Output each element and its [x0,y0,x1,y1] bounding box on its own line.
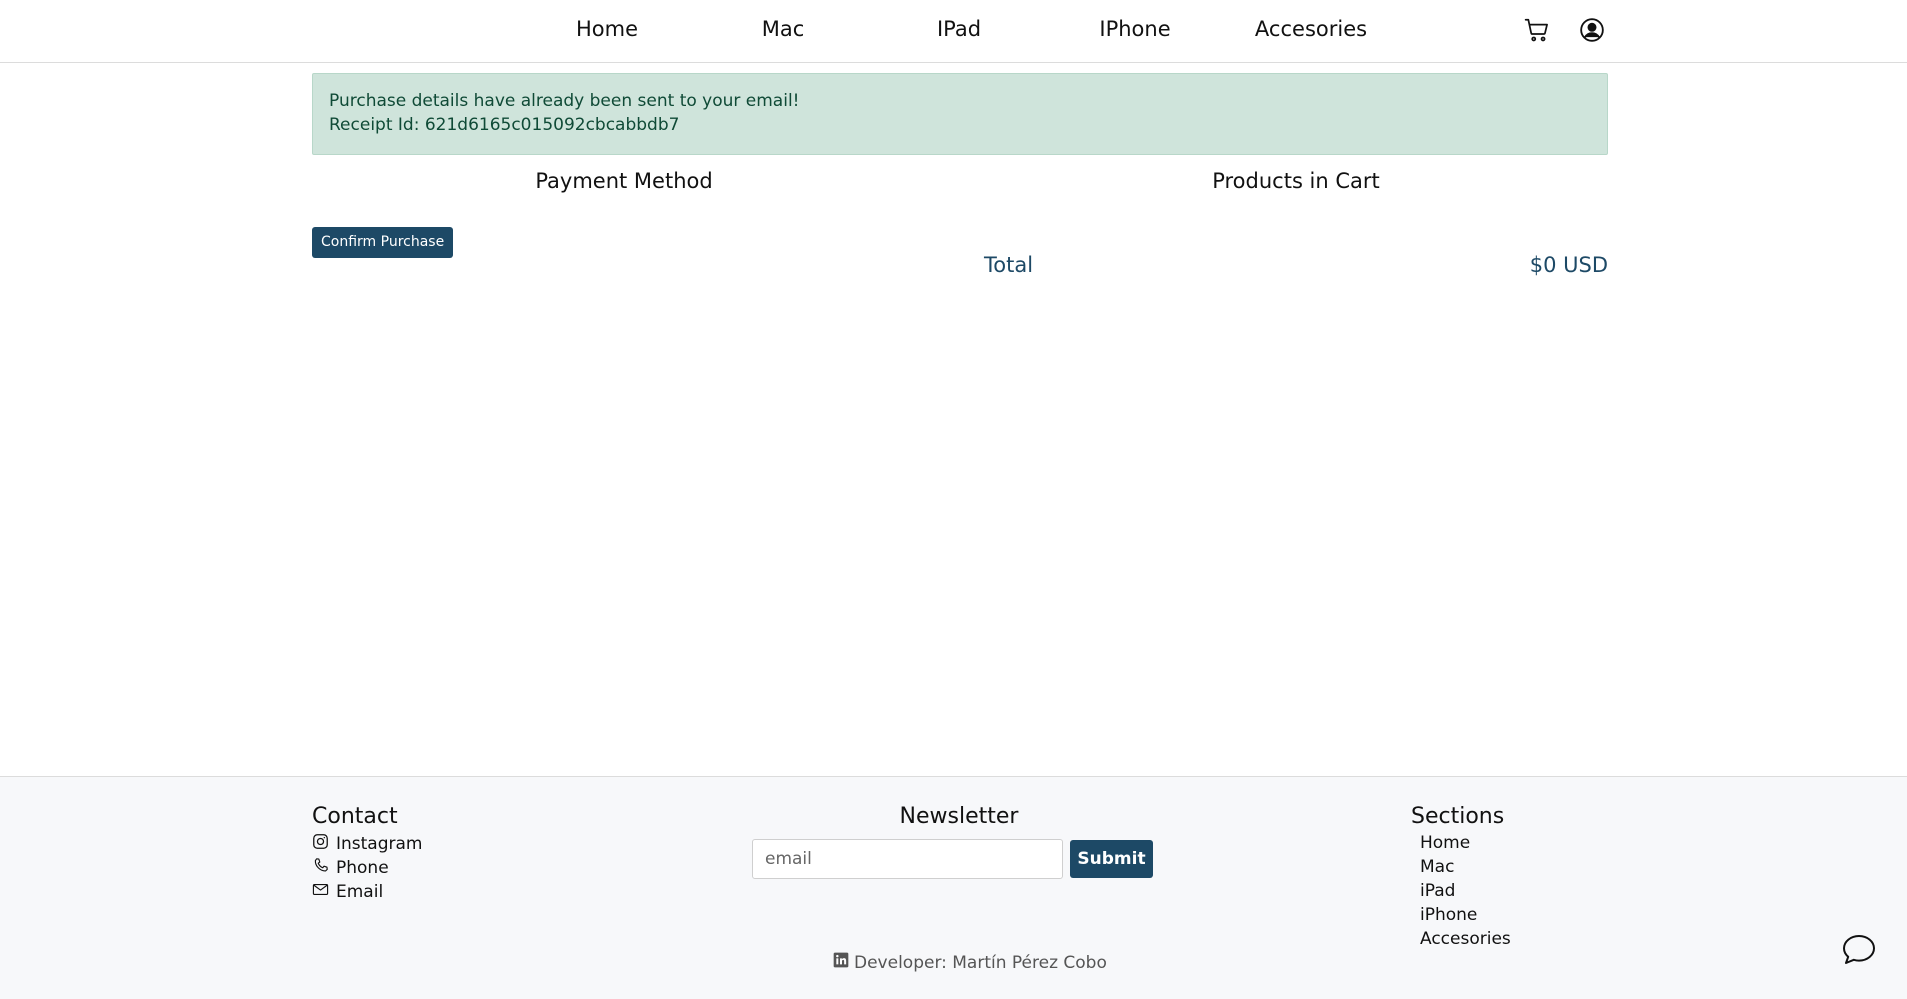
products-in-cart-title: Products in Cart [1212,169,1380,193]
contact-instagram-link[interactable]: Instagram [312,833,423,855]
newsletter-email-input[interactable] [752,839,1063,879]
nav-link-iphone[interactable]: IPhone [1099,17,1170,41]
confirm-purchase-button[interactable]: Confirm Purchase [312,227,454,258]
nav-link-mac[interactable]: Mac [762,17,805,41]
user-circle-icon[interactable] [1579,17,1605,43]
newsletter-heading: Newsletter [899,804,1019,829]
contact-email-label: Email [336,882,384,902]
developer-label: Developer: Martín Pérez Cobo [854,952,1107,973]
contact-heading: Contact [312,804,398,829]
phone-icon [312,857,329,879]
total-value: $0 USD [1529,253,1608,277]
instagram-icon [312,833,329,855]
envelope-icon [312,881,329,903]
top-navbar: Home Mac IPad IPhone Accesories [0,0,1907,63]
footer-link-home[interactable]: Home [1420,833,1470,853]
total-label: Total [984,253,1034,277]
contact-instagram-label: Instagram [336,834,423,854]
footer: Contact Instagram Phone Email Newsletter… [0,776,1907,999]
purchase-success-alert: Purchase details have already been sent … [312,73,1608,155]
footer-link-ipad[interactable]: iPad [1420,881,1455,901]
cart-icon[interactable] [1524,17,1550,43]
contact-phone-link[interactable]: Phone [312,857,389,879]
newsletter-submit-button[interactable]: Submit [1070,840,1153,878]
linkedin-icon [833,952,849,973]
developer-link[interactable]: Developer: Martín Pérez Cobo [833,952,1107,973]
footer-link-accesories[interactable]: Accesories [1420,929,1511,949]
receipt-id: Receipt Id: 621d6165c015092cbcabbdb7 [329,115,680,135]
footer-link-iphone[interactable]: iPhone [1420,905,1477,925]
nav-link-home[interactable]: Home [576,17,638,41]
contact-phone-label: Phone [336,858,389,878]
sections-heading: Sections [1411,804,1505,829]
nav-link-accesories[interactable]: Accesories [1255,17,1367,41]
nav-link-ipad[interactable]: IPad [937,17,981,41]
footer-link-mac[interactable]: Mac [1420,857,1454,877]
chat-bubble-icon[interactable] [1841,932,1877,968]
payment-method-title: Payment Method [535,169,713,193]
alert-message: Purchase details have already been sent … [329,91,800,111]
page: Home Mac IPad IPhone Accesories Purchase… [0,0,1907,999]
contact-email-link[interactable]: Email [312,881,383,903]
